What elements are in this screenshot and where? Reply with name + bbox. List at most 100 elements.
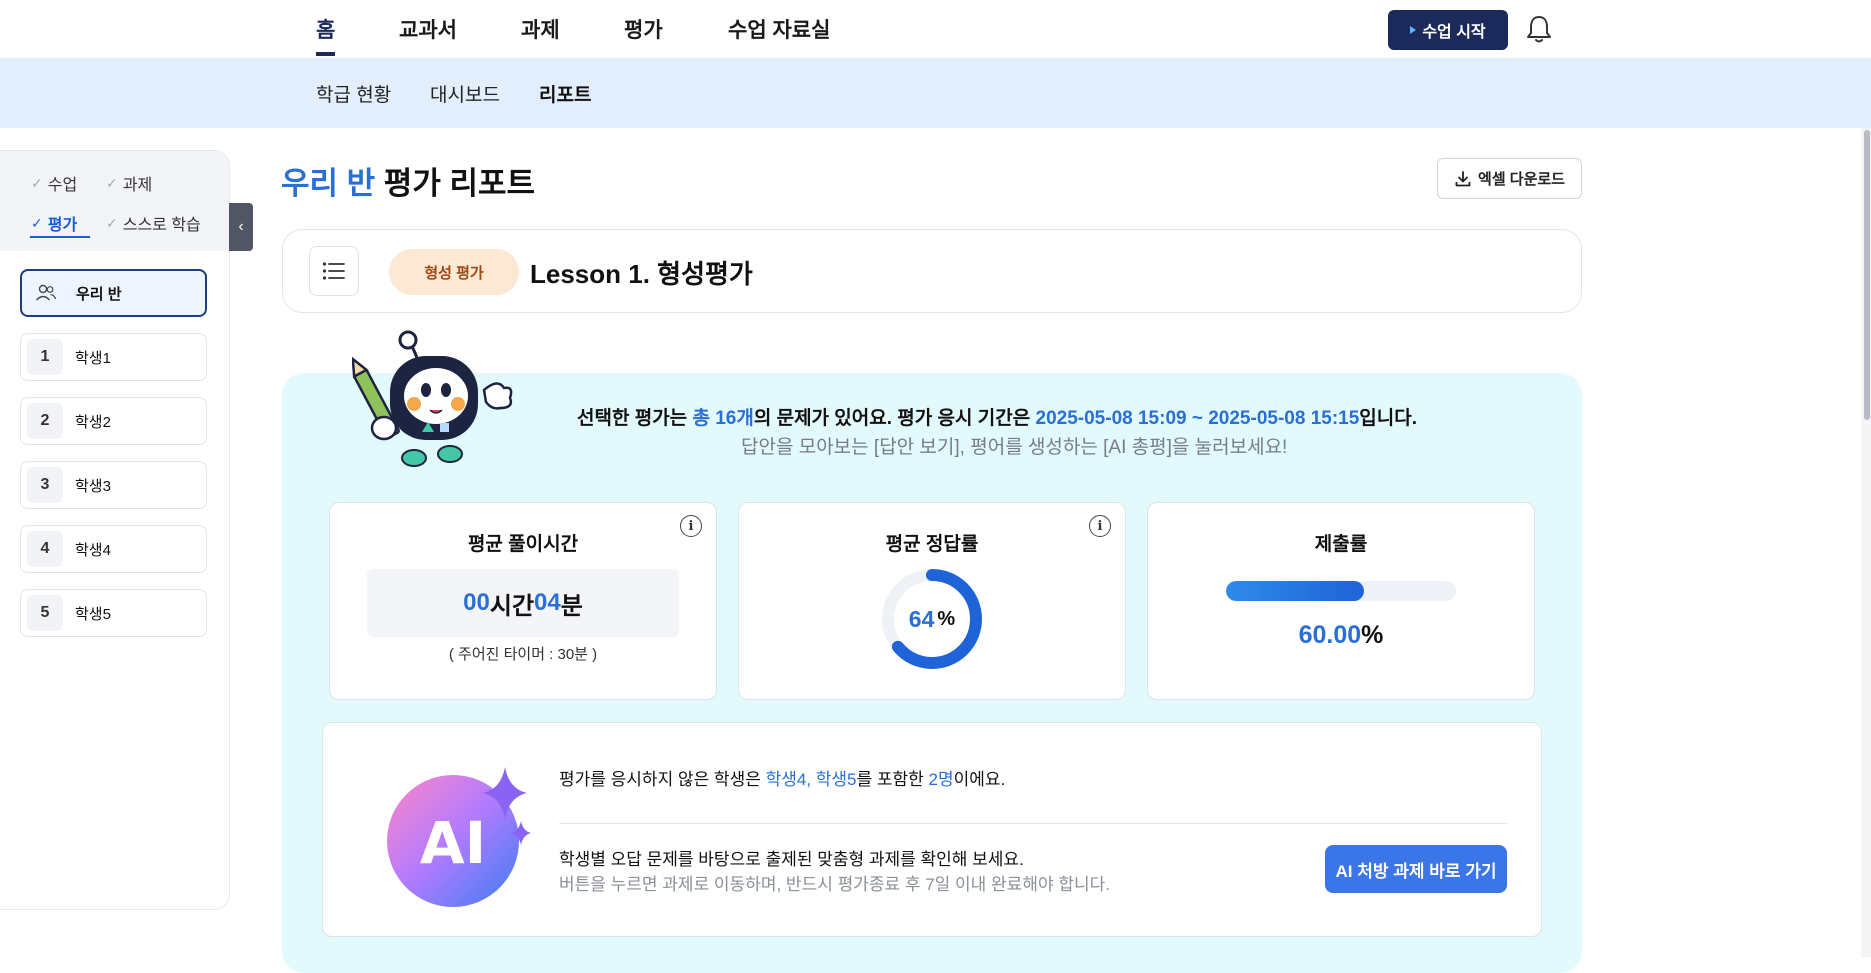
ai-logo-text: AI [420, 809, 486, 877]
check-icon: ✓ [106, 214, 118, 231]
tab-assignment[interactable]: 과제 [521, 14, 560, 44]
card-title: 평균 정답률 [885, 534, 979, 555]
active-filter-underline [30, 236, 90, 238]
lesson-title: Lesson 1. 형성평가 [530, 259, 753, 289]
top-nav: 홈 교과서 과제 평가 수업 자료실 수업 시작 [0, 0, 1871, 58]
bell-icon[interactable] [1524, 13, 1554, 45]
summary-text: 선택한 평가는 [577, 408, 693, 429]
filter-panel: ✓ 수업 ✓ 과제 ✓ 평가 ✓ 스스로 학습 [0, 151, 229, 251]
assessment-summary: 선택한 평가는 총 16개의 문제가 있어요. 평가 응시 기간은 2025-0… [577, 403, 1417, 430]
play-icon [1410, 26, 1417, 34]
filter-self-study[interactable]: ✓ 스스로 학습 [106, 211, 201, 235]
subtab-report[interactable]: 리포트 [539, 80, 591, 107]
avg-time-value: 00 시간 04 분 [367, 569, 679, 637]
start-class-label: 수업 시작 [1422, 24, 1486, 41]
check-icon: ✓ [31, 214, 43, 231]
notice-text: 를 포함한 [856, 770, 929, 789]
summary-text: 입니다. [1359, 408, 1418, 429]
sidebar-item-label: 우리 반 [76, 285, 122, 303]
sidebar-item-student[interactable]: 4 학생4 [20, 525, 207, 573]
accuracy-number: 64 [908, 605, 935, 632]
assessment-type-badge: 형성 평가 [389, 249, 519, 295]
start-class-button[interactable]: 수업 시작 [1388, 10, 1508, 50]
subtab-dashboard[interactable]: 대시보드 [430, 80, 500, 107]
student-number: 3 [27, 467, 63, 503]
assessment-list-button[interactable] [309, 246, 359, 296]
sidebar-item-label: 학생4 [75, 541, 111, 559]
sidebar-item-label: 학생3 [75, 477, 111, 495]
filter-label: 수업 [47, 177, 78, 194]
card-title: 평균 풀이시간 [467, 534, 579, 555]
sidebar-item-our-class[interactable]: 우리 반 [20, 269, 207, 317]
assessment-period: 2025-05-08 15:09 ~ 2025-05-08 15:15 [1035, 408, 1360, 429]
submission-number: 60.00 [1298, 621, 1362, 649]
ai-sparkle-icon: AI [387, 767, 531, 907]
filter-class[interactable]: ✓ 수업 [31, 171, 77, 195]
tab-class-materials[interactable]: 수업 자료실 [728, 14, 830, 44]
card-title: 제출률 [1314, 534, 1368, 555]
percent-unit: % [1361, 621, 1384, 649]
sidebar-item-label: 학생2 [75, 413, 111, 431]
ai-prescription-card: AI 평가를 응시하지 않은 학생은 학생4, 학생5를 포함한 2명이에요. … [322, 722, 1542, 937]
filter-label: 스스로 학습 [122, 217, 201, 234]
filter-assignment[interactable]: ✓ 과제 [106, 171, 152, 195]
avg-hours: 00 [463, 589, 490, 616]
scrollbar-thumb[interactable] [1864, 130, 1870, 420]
sidebar: ✓ 수업 ✓ 과제 ✓ 평가 ✓ 스스로 학습 우리 반 1 학생1 2 학생2 3 학… [0, 150, 230, 910]
lesson-selector: 형성 평가 Lesson 1. 형성평가 [282, 229, 1582, 313]
sidebar-item-student[interactable]: 5 학생5 [20, 589, 207, 637]
tab-textbook[interactable]: 교과서 [399, 14, 457, 44]
page-title-rest: 평가 리포트 [375, 166, 536, 201]
student-number: 5 [27, 595, 63, 631]
absent-count: 2명 [928, 770, 954, 789]
sidebar-item-label: 학생1 [75, 349, 111, 367]
chevron-left-icon: ‹ [238, 218, 244, 235]
check-icon: ✓ [31, 174, 43, 191]
page-title: 우리 반 평가 리포트 [281, 158, 535, 203]
download-icon [1455, 170, 1471, 186]
submission-rate-value: 60.00% [1148, 621, 1534, 650]
subtab-class-status[interactable]: 학급 현황 [316, 80, 391, 107]
absent-student-names: 학생4, 학생5 [765, 770, 857, 789]
submission-progress-fill [1226, 581, 1364, 601]
ai-assignment-description: 학생별 오답 문제를 바탕으로 출제된 맞춤형 과제를 확인해 보세요. [559, 850, 1024, 869]
check-icon: ✓ [106, 174, 118, 191]
notice-text: 평가를 응시하지 않은 학생은 [559, 770, 766, 789]
mascot-illustration [352, 330, 513, 467]
avg-accuracy-card: 평균 정답률 i 64% [738, 502, 1126, 700]
summary-text: 의 문제가 있어요. 평가 응시 기간은 [753, 408, 1036, 429]
filter-assessment[interactable]: ✓ 평가 [31, 211, 77, 235]
list-icon [322, 262, 345, 280]
submission-rate-card: 제출률 60.00% [1147, 502, 1535, 700]
hours-unit: 시간 [489, 592, 535, 620]
avg-time-card: 평균 풀이시간 i 00 시간 04 분 ( 주어진 타이머 : 30분 ) [329, 502, 717, 700]
users-icon [28, 275, 64, 311]
sidebar-item-student[interactable]: 1 학생1 [20, 333, 207, 381]
tab-assessment[interactable]: 평가 [624, 14, 663, 44]
excel-download-button[interactable]: 엑셀 다운로드 [1437, 158, 1582, 199]
minutes-unit: 분 [560, 592, 583, 620]
ai-prescription-button[interactable]: AI 처방 과제 바로 가기 [1325, 845, 1507, 893]
info-icon[interactable]: i [1089, 515, 1111, 537]
sidebar-item-student[interactable]: 3 학생3 [20, 461, 207, 509]
timer-note: ( 주어진 타이머 : 30분 ) [448, 646, 598, 663]
page-title-class: 우리 반 [281, 166, 376, 201]
accuracy-value: 64% [880, 567, 984, 671]
info-icon[interactable]: i [680, 515, 702, 537]
excel-download-label: 엑셀 다운로드 [1478, 171, 1565, 188]
avg-minutes: 04 [534, 589, 561, 616]
divider [559, 823, 1507, 824]
percent-unit: % [937, 607, 956, 630]
filter-label: 평가 [47, 217, 78, 234]
tab-home[interactable]: 홈 [316, 14, 335, 44]
sidebar-item-label: 학생5 [75, 605, 111, 623]
sub-nav: 학급 현황 대시보드 리포트 [0, 58, 1871, 128]
assessment-hint: 답안을 모아보는 [답안 보기], 평어를 생성하는 [AI 총평]을 눌러보세… [741, 437, 1288, 458]
student-number: 4 [27, 531, 63, 567]
submission-progress-bar [1226, 581, 1456, 601]
filter-label: 과제 [122, 177, 153, 194]
sidebar-item-student[interactable]: 2 학생2 [20, 397, 207, 445]
notice-text: 이에요. [953, 770, 1006, 789]
sidebar-collapse-button[interactable]: ‹ [229, 203, 253, 251]
student-number: 2 [27, 403, 63, 439]
